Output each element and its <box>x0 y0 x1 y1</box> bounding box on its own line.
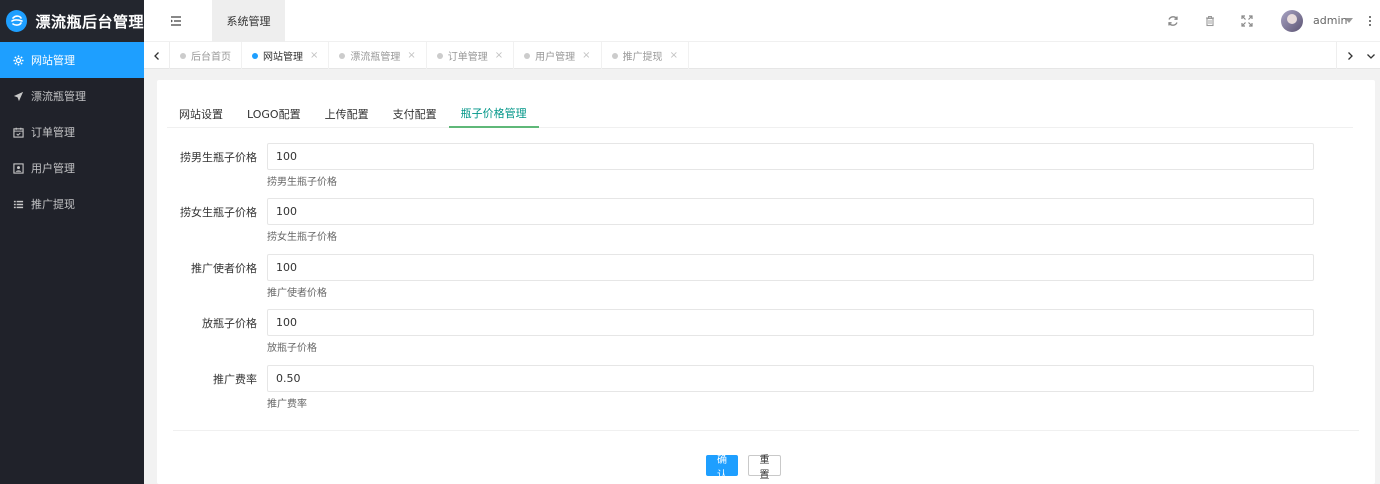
close-icon[interactable]: × <box>582 50 590 61</box>
tab-site-settings[interactable]: 网站设置 <box>167 99 235 128</box>
page-tab-orders[interactable]: 订单管理 × <box>427 42 515 69</box>
app-title: 漂流瓶后台管理 <box>35 12 144 31</box>
calendar-icon <box>12 126 24 138</box>
promoter-price-input[interactable] <box>267 254 1314 281</box>
fullscreen-icon[interactable] <box>1240 14 1254 28</box>
chevron-down-icon[interactable] <box>1345 18 1353 23</box>
page-tab-label: 推广提现 <box>622 52 663 63</box>
sidebar: 漂流瓶后台管理 网站管理 漂流瓶管理 订单管理 用户管理 推广提现 <box>0 0 144 484</box>
gear-icon <box>12 54 24 66</box>
page-tab-label: 漂流瓶管理 <box>350 52 401 63</box>
tab-bottle-price[interactable]: 瓶子价格管理 <box>448 99 539 128</box>
trash-icon[interactable] <box>1203 14 1217 28</box>
form-row-male-price: 捞男生瓶子价格 捞男生瓶子价格 <box>157 143 1375 199</box>
page-tab-label: 订单管理 <box>447 52 488 63</box>
tab-dot-icon <box>436 52 443 59</box>
tab-payment-config[interactable]: 支付配置 <box>381 99 449 128</box>
field-label: 捞女生瓶子价格 <box>180 206 257 219</box>
page-tabs-bar: 后台首页 网站管理 × 漂流瓶管理 × 订单管理 × 用户管理 × 推广提现 × <box>144 42 1380 69</box>
throw-bottle-price-input[interactable] <box>267 309 1314 336</box>
page-tab-label: 网站管理 <box>263 52 303 63</box>
tabs-scroll-left-icon[interactable] <box>144 42 170 69</box>
menu-toggle-icon[interactable] <box>168 13 184 29</box>
reset-button[interactable]: 重置 <box>748 455 781 481</box>
field-label: 推广费率 <box>213 373 257 386</box>
sidebar-item-label: 订单管理 <box>31 126 75 139</box>
close-icon[interactable]: × <box>407 50 415 61</box>
form-row-promo-rate: 推广费率 推广费率 <box>157 365 1375 421</box>
close-icon[interactable]: × <box>495 50 503 61</box>
sidebar-item-label: 用户管理 <box>31 162 75 175</box>
sidebar-item-label: 推广提现 <box>31 198 75 211</box>
page-tabs: 后台首页 网站管理 × 漂流瓶管理 × 订单管理 × 用户管理 × 推广提现 × <box>170 42 689 69</box>
tabs-scroll-right-icon[interactable] <box>1336 42 1362 69</box>
form-row-throw-price: 放瓶子价格 放瓶子价格 <box>157 309 1375 365</box>
sidebar-item-label: 漂流瓶管理 <box>31 90 86 103</box>
settings-tabs: 网站设置 LOGO配置 上传配置 支付配置 瓶子价格管理 <box>167 99 1353 128</box>
refresh-icon[interactable] <box>1166 14 1180 28</box>
field-help: 捞男生瓶子价格 <box>267 177 337 188</box>
list-icon <box>12 198 24 210</box>
more-vertical-icon[interactable] <box>1368 14 1372 28</box>
top-header: 系统管理 admin <box>144 0 1380 42</box>
sidebar-item-users[interactable]: 用户管理 <box>0 150 144 186</box>
close-icon[interactable]: × <box>310 50 318 61</box>
tab-logo-config[interactable]: LOGO配置 <box>235 99 313 128</box>
page-tab-label: 后台首页 <box>191 52 231 63</box>
promotion-rate-input[interactable] <box>267 365 1314 392</box>
field-label: 捞男生瓶子价格 <box>180 151 257 164</box>
sidebar-item-orders[interactable]: 订单管理 <box>0 114 144 150</box>
page-tab-website[interactable]: 网站管理 × <box>242 42 330 69</box>
close-icon[interactable]: × <box>670 50 678 61</box>
field-help: 放瓶子价格 <box>267 343 317 354</box>
tab-dot-icon <box>180 52 186 59</box>
form-row-female-price: 捞女生瓶子价格 捞女生瓶子价格 <box>157 198 1375 254</box>
confirm-button[interactable]: 确认 <box>706 455 738 481</box>
page-tab-label: 用户管理 <box>535 52 576 63</box>
field-help: 推广费率 <box>267 399 307 410</box>
field-label: 放瓶子价格 <box>202 317 257 330</box>
app-logo: 漂流瓶后台管理 <box>0 0 144 42</box>
page-tab-bottles[interactable]: 漂流瓶管理 × <box>329 42 427 69</box>
tab-dot-icon <box>524 52 531 59</box>
female-bottle-price-input[interactable] <box>267 198 1314 225</box>
page-tab-withdraw[interactable]: 推广提现 × <box>602 42 689 69</box>
field-label: 推广使者价格 <box>191 262 257 275</box>
user-card-icon <box>12 162 24 174</box>
tab-dot-icon <box>611 52 618 59</box>
username[interactable]: admin <box>1313 14 1347 27</box>
tab-dot-icon <box>252 52 258 59</box>
tab-upload-config[interactable]: 上传配置 <box>313 99 381 128</box>
field-help: 捞女生瓶子价格 <box>267 232 337 243</box>
tabs-menu-chevron-down-icon[interactable] <box>1362 42 1380 69</box>
field-help: 推广使者价格 <box>267 288 327 299</box>
page-tab-users[interactable]: 用户管理 × <box>514 42 602 69</box>
page-tab-home[interactable]: 后台首页 <box>170 42 242 69</box>
tab-dot-icon <box>339 52 346 59</box>
settings-card: 网站设置 LOGO配置 上传配置 支付配置 瓶子价格管理 捞男生瓶子价格 捞男生… <box>157 80 1375 484</box>
avatar[interactable] <box>1281 10 1303 32</box>
paper-plane-icon <box>12 90 24 102</box>
system-management-tab[interactable]: 系统管理 <box>212 0 285 42</box>
sidebar-item-withdraw[interactable]: 推广提现 <box>0 186 144 222</box>
male-bottle-price-input[interactable] <box>267 143 1314 170</box>
sidebar-item-label: 网站管理 <box>31 54 75 67</box>
form-divider <box>173 430 1359 431</box>
form-row-promoter-price: 推广使者价格 推广使者价格 <box>157 254 1375 310</box>
sidebar-item-website[interactable]: 网站管理 <box>0 42 144 78</box>
logo-icon <box>6 10 28 32</box>
sidebar-item-bottles[interactable]: 漂流瓶管理 <box>0 78 144 114</box>
